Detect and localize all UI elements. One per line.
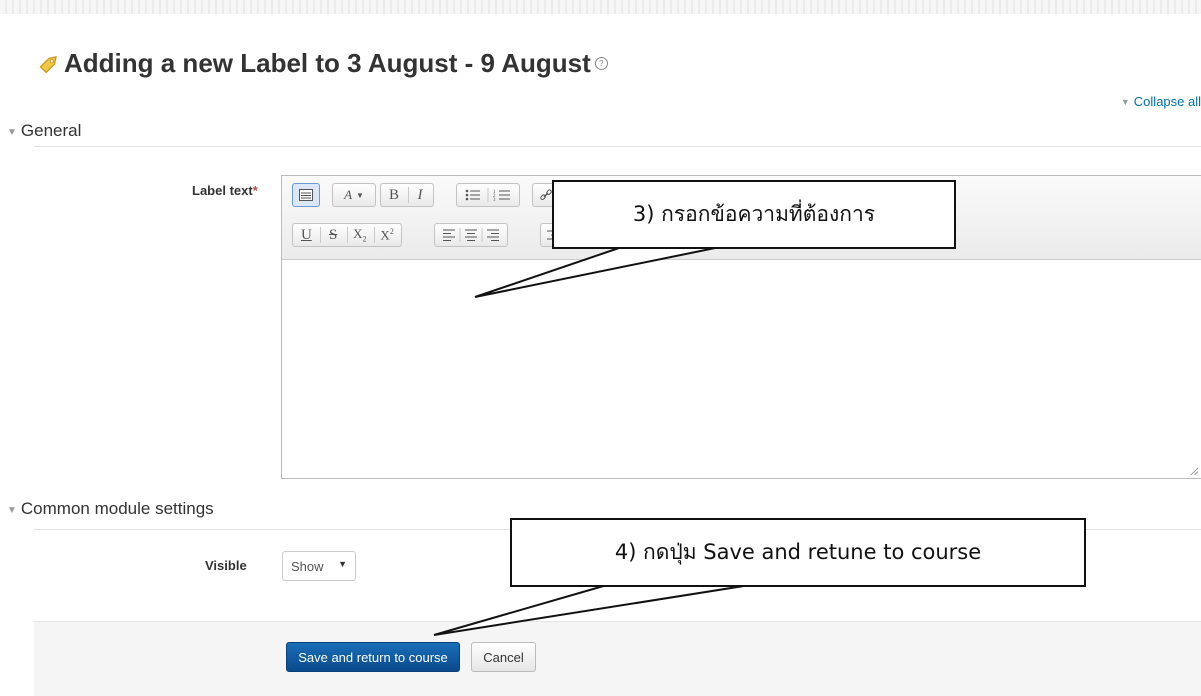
callout-pointers (433, 246, 751, 636)
callout-3-pointer (474, 246, 721, 298)
callout-4-pointer (433, 584, 751, 636)
annotation-step3: 3) กรอกข้อความที่ต้องการ (552, 180, 956, 249)
annotation-step4: 4) กดปุ่ม Save and retune to course (510, 518, 1086, 587)
